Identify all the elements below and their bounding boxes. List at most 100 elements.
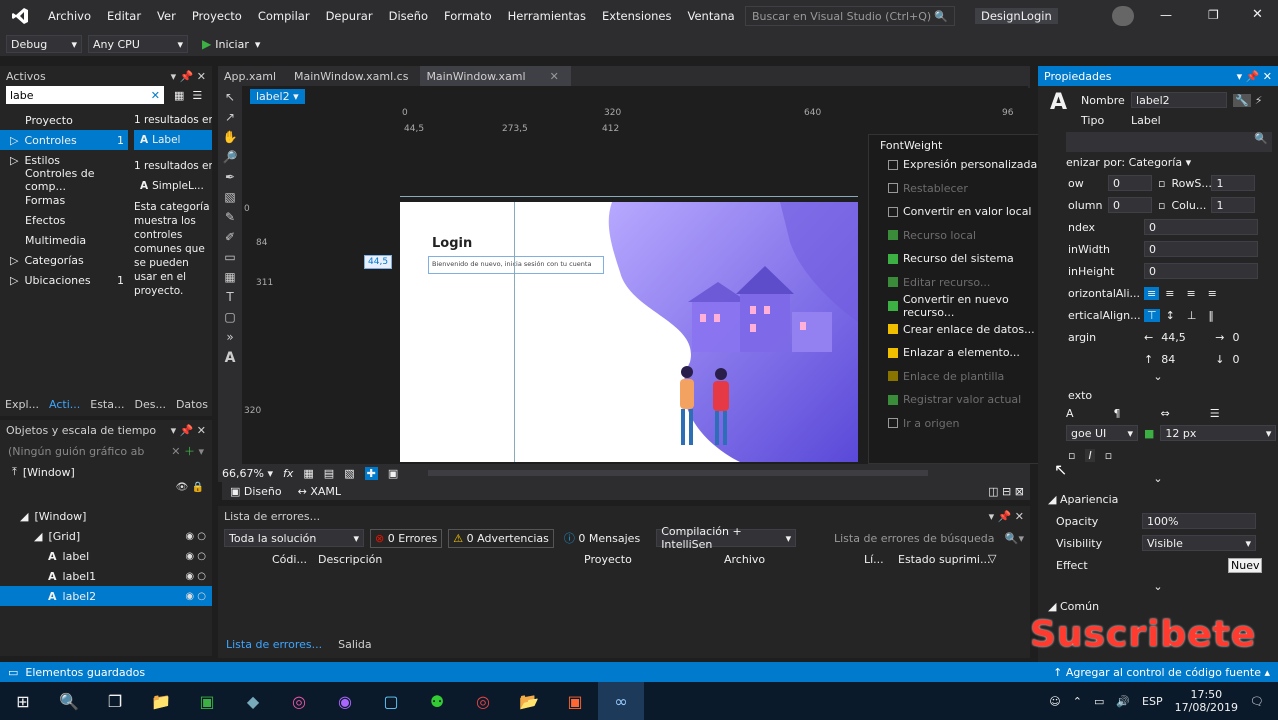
text-tool-icon[interactable]: T xyxy=(226,290,233,304)
object-tree-item[interactable]: ◢ [Window] xyxy=(0,506,212,526)
error-search-input[interactable]: Lista de errores de búsqueda 🔍▾ xyxy=(834,532,1024,545)
expand-triangle-icon[interactable]: ◢ xyxy=(34,530,42,543)
asset-category-item[interactable]: ▷ Controles 1 xyxy=(0,130,128,150)
folder-app-icon[interactable]: 📂 xyxy=(506,682,552,720)
align-right-icon[interactable]: ≡ xyxy=(1180,287,1201,300)
fx-icon[interactable]: fx xyxy=(283,467,293,480)
font-family-select[interactable]: goe UI ▾ xyxy=(1066,425,1138,441)
property-input[interactable]: 0 xyxy=(1108,175,1152,191)
context-menu-item[interactable]: Convertir en valor local xyxy=(869,200,1063,224)
tab-design[interactable]: ▣ Diseño xyxy=(222,485,290,498)
pin-icon[interactable]: ▾ 📌 ✕ xyxy=(171,70,206,83)
eye-icon[interactable]: ◉ ○ xyxy=(185,571,206,582)
menu-item[interactable]: Depurar xyxy=(318,0,381,32)
arrange-by-select[interactable]: enizar por: Categoría ▾ xyxy=(1038,152,1278,172)
expand-triangle-icon[interactable]: ◢ xyxy=(20,510,28,523)
grid-view-icon[interactable]: ▦ xyxy=(174,89,184,102)
eye-icon[interactable]: ◉ ○ xyxy=(185,591,206,602)
window-root-item[interactable]: ⤒ [Window] xyxy=(0,462,212,482)
font-size-select[interactable]: 12 px ▾ xyxy=(1160,425,1277,441)
android-icon[interactable]: ⚉ xyxy=(414,682,460,720)
property-input[interactable]: 1 xyxy=(1211,197,1256,213)
asset-category-item[interactable]: ▷ Ubicaciones 1 xyxy=(0,270,128,290)
notification-icon[interactable]: 🗨 xyxy=(1250,695,1264,708)
minimize-icon[interactable]: — xyxy=(1160,8,1172,22)
menu-item[interactable]: Proyecto xyxy=(184,0,250,32)
collapse-triangle-icon[interactable]: ◢ xyxy=(1048,600,1060,613)
menu-item[interactable]: Archivo xyxy=(40,0,99,32)
language-indicator[interactable]: ESP xyxy=(1142,695,1163,708)
error-column-header[interactable]: Proyecto xyxy=(584,553,632,566)
start-button[interactable]: ▶ Iniciar ▾ xyxy=(202,37,260,51)
properties-search-input[interactable]: 🔍 xyxy=(1066,132,1272,152)
context-menu-item[interactable]: Convertir en nuevo recurso... xyxy=(869,293,1063,319)
margin-left-input[interactable]: 44,5 xyxy=(1157,329,1205,345)
asset-category-item[interactable]: Efectos xyxy=(0,210,128,230)
expand-chevron-icon[interactable]: ⌄ xyxy=(1038,370,1278,386)
add-icon[interactable]: ＋ xyxy=(184,445,195,458)
assets-bottom-tab[interactable]: Expl... xyxy=(0,394,44,416)
property-input[interactable]: 0 xyxy=(1144,241,1258,257)
source-control-button[interactable]: ↑ Agregar al control de código fuente ▴ xyxy=(1053,666,1270,679)
assets-bottom-tab[interactable]: Acti... xyxy=(44,394,85,416)
build-filter-select[interactable]: Compilación + IntelliSen ▾ xyxy=(656,525,797,551)
object-tree-item[interactable]: Alabel2 ◉ ○ xyxy=(0,586,212,606)
menu-item[interactable]: Ventana xyxy=(679,0,742,32)
error-column-header[interactable]: Archivo xyxy=(724,553,765,566)
bold-icon[interactable]: ▫ xyxy=(1068,449,1075,462)
menu-item[interactable]: Extensiones xyxy=(594,0,680,32)
list-tab-icon[interactable]: ☰ xyxy=(1210,407,1220,420)
rectangle-icon[interactable]: ▭ xyxy=(224,250,235,264)
error-bottom-tab[interactable]: Salida xyxy=(330,634,380,656)
new-effect-button[interactable]: Nuev xyxy=(1228,557,1263,573)
pin-icon[interactable]: ▾ 📌 ✕ xyxy=(1237,70,1272,83)
pan-icon[interactable]: ✋ xyxy=(223,130,238,144)
quick-search-input[interactable]: Buscar en Visual Studio (Ctrl+Q) 🔍 xyxy=(745,6,955,26)
label-tool-icon[interactable]: A xyxy=(225,350,236,366)
pin-icon[interactable]: ▾ 📌 ✕ xyxy=(989,510,1024,523)
snap-lines-icon[interactable]: ✚ xyxy=(364,466,378,480)
menu-item[interactable]: Editar xyxy=(99,0,149,32)
camtasia-recorder-icon[interactable]: ▣ xyxy=(552,682,598,720)
close-icon[interactable]: ✕ xyxy=(550,70,559,83)
menu-item[interactable]: Ver xyxy=(149,0,184,32)
clock[interactable]: 17:50 17/08/2019 xyxy=(1175,688,1238,714)
assets-bottom-tab[interactable]: Des... xyxy=(129,394,170,416)
close-icon[interactable]: ✕ xyxy=(171,445,180,458)
grid-tool-icon[interactable]: ▦ xyxy=(224,270,235,284)
margin-right-input[interactable]: 0 xyxy=(1228,329,1268,345)
direct-select-icon[interactable]: ↗ xyxy=(225,110,235,124)
clear-icon[interactable]: ✕ xyxy=(151,89,160,102)
context-menu-item[interactable]: Recurso del sistema▶ xyxy=(869,247,1063,271)
expand-chevron-icon[interactable]: ⌄ xyxy=(1038,580,1278,596)
zoom-select[interactable]: 66,67% ▾ xyxy=(222,467,273,480)
asset-label-item[interactable]: A Label xyxy=(134,130,212,150)
storyboard-select[interactable]: (Ningún guión gráfico ab ✕ ＋ ▾ xyxy=(0,440,212,462)
paint-bucket-icon[interactable]: ▧ xyxy=(224,190,235,204)
split-view-icon[interactable]: ◫ ⊟ ⊠ xyxy=(988,485,1030,498)
context-menu-item[interactable]: Expresión personalizada... xyxy=(869,153,1063,177)
error-column-header[interactable]: Descripción xyxy=(318,553,382,566)
volume-icon[interactable]: 🔊 xyxy=(1116,695,1130,708)
underline-icon[interactable]: ▫ xyxy=(1105,449,1112,462)
margin-bottom-input[interactable]: 0 xyxy=(1228,351,1268,367)
snap-grid-icon[interactable]: ▤ xyxy=(324,467,334,480)
eye-icon[interactable]: ◉ ○ xyxy=(185,531,206,542)
asset-category-item[interactable]: ▷ Categorías xyxy=(0,250,128,270)
align-left-icon[interactable]: ≡ xyxy=(1144,286,1160,300)
margin-top-input[interactable]: 84 xyxy=(1157,351,1205,367)
name-input[interactable]: label2 xyxy=(1131,92,1228,108)
assets-search-input[interactable]: labe ✕ xyxy=(6,86,164,104)
property-input[interactable]: 0 xyxy=(1108,197,1152,213)
search-icon[interactable]: 🔍 xyxy=(46,682,92,720)
errors-filter-button[interactable]: ⊗ 0 Errores xyxy=(370,528,443,548)
menu-item[interactable]: Herramientas xyxy=(500,0,594,32)
window-artboard[interactable]: Login Bienvenido de nuevo, inicia sesión… xyxy=(400,202,858,462)
error-column-header[interactable]: Lí... xyxy=(864,553,884,566)
collapse-triangle-icon[interactable]: ◢ xyxy=(1048,493,1060,506)
menu-item[interactable]: Formato xyxy=(436,0,500,32)
font-tab-icon[interactable]: A xyxy=(1066,407,1074,420)
align-vstretch-icon[interactable]: ‖ xyxy=(1202,309,1220,322)
asset-category-item[interactable]: Proyecto xyxy=(0,110,128,130)
assets-bottom-tab[interactable]: Datos xyxy=(171,394,213,416)
